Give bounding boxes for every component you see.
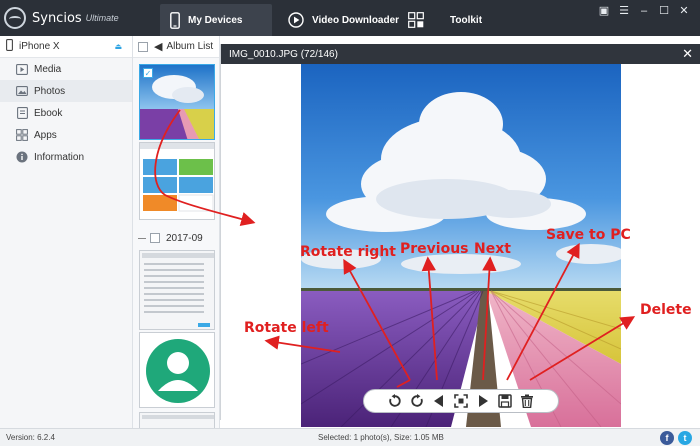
select-all-checkbox[interactable] <box>138 41 148 52</box>
window-controls: ▣ ☰ – ☐ ✕ <box>594 4 694 18</box>
chat-icon[interactable]: ▣ <box>594 4 614 18</box>
device-name: iPhone X <box>19 41 60 52</box>
apps-icon <box>16 129 28 141</box>
rotate-left-icon[interactable] <box>386 392 404 410</box>
media-icon <box>16 63 28 75</box>
tab-label: My Devices <box>188 14 243 26</box>
maximize-icon[interactable]: ☐ <box>654 4 674 18</box>
photos-icon <box>16 85 28 97</box>
tab-toolkit[interactable]: Toolkit <box>408 4 498 36</box>
sidebar-item-label: Information <box>34 151 85 163</box>
status-bar: Version: 6.2.4 Selected: 1 photo(s), Siz… <box>0 428 700 446</box>
minimize-icon[interactable]: – <box>634 4 654 18</box>
date-group-label: 2017-09 <box>166 232 203 244</box>
previous-icon[interactable] <box>430 392 448 410</box>
sidebar-item-information[interactable]: Information <box>0 146 132 168</box>
eject-icon[interactable]: ⏏ <box>114 42 122 51</box>
fullscreen-icon[interactable] <box>452 392 470 410</box>
sidebar-item-label: Apps <box>34 129 57 141</box>
thumbnail-checkbox[interactable]: ✓ <box>143 68 153 78</box>
album-list-header: ◀ Album List <box>133 36 219 58</box>
label-previous: Previous <box>400 241 469 257</box>
play-icon <box>288 12 304 28</box>
facebook-icon[interactable]: f <box>660 431 674 445</box>
sidebar-item-apps[interactable]: Apps <box>0 124 132 146</box>
next-icon[interactable] <box>474 392 492 410</box>
photo-thumbnail[interactable] <box>139 412 215 428</box>
tab-video-downloader[interactable]: Video Downloader <box>288 4 400 36</box>
label-next: Next <box>474 241 511 257</box>
syncios-logo-icon <box>4 7 26 29</box>
app-brand: Syncios Ultimate <box>4 0 119 36</box>
date-group-row: 2017-09 <box>138 231 203 245</box>
sidebar-item-photos[interactable]: Photos <box>0 80 132 102</box>
date-group-checkbox[interactable] <box>150 233 160 243</box>
photo-thumbnail-selected[interactable]: ✓ <box>139 64 215 140</box>
label-delete: Delete <box>640 302 692 318</box>
app-name: Syncios <box>32 10 82 26</box>
save-icon[interactable] <box>496 392 514 410</box>
device-phone-icon <box>6 39 13 54</box>
tab-label: Video Downloader <box>312 14 400 26</box>
close-icon[interactable]: ✕ <box>682 46 693 62</box>
title-bar: Syncios Ultimate My Devices Video Downlo… <box>0 0 700 36</box>
sidebar-item-label: Photos <box>34 85 66 97</box>
album-list-label[interactable]: Album List <box>166 41 213 52</box>
syncios-window: Syncios Ultimate My Devices Video Downlo… <box>0 0 700 446</box>
rotate-right-icon[interactable] <box>408 392 426 410</box>
info-icon <box>16 151 28 163</box>
viewer-title: IMG_0010.JPG (72/146) <box>229 48 338 60</box>
photo-list: ◀ Album List ✓ 2017-09 <box>133 36 220 428</box>
photo-thumbnail[interactable] <box>139 142 215 220</box>
grid-icon <box>408 12 424 28</box>
tab-label: Toolkit <box>450 14 483 26</box>
sidebar-item-ebook[interactable]: Ebook <box>0 102 132 124</box>
close-icon[interactable]: ✕ <box>674 4 694 18</box>
tab-my-devices[interactable]: My Devices <box>160 4 272 36</box>
label-rotate-right: Rotate right <box>300 244 396 260</box>
delete-icon[interactable] <box>518 392 536 410</box>
ebook-icon <box>16 107 28 119</box>
phone-icon <box>170 11 180 29</box>
back-arrow-icon[interactable]: ◀ <box>154 40 162 53</box>
app-edition: Ultimate <box>85 13 119 23</box>
label-rotate-left: Rotate left <box>244 320 329 336</box>
sidebar-item-label: Media <box>34 63 62 75</box>
sidebar-item-label: Ebook <box>34 107 63 119</box>
sidebar-item-media[interactable]: Media <box>0 58 132 80</box>
viewer-title-bar: IMG_0010.JPG (72/146) ✕ <box>221 44 700 64</box>
version-label: Version: 6.2.4 <box>6 433 55 442</box>
sidebar: iPhone X ⏏ Media Photos Ebook Apps Infor… <box>0 36 133 428</box>
label-save-to-pc: Save to PC <box>546 227 631 243</box>
photo-thumbnail[interactable] <box>139 250 215 330</box>
photo-thumbnail[interactable] <box>139 332 215 408</box>
menu-icon[interactable]: ☰ <box>614 4 634 18</box>
twitter-icon[interactable]: t <box>678 431 692 445</box>
device-selector[interactable]: iPhone X ⏏ <box>0 36 132 58</box>
viewer-toolbar <box>363 389 559 413</box>
selection-info: Selected: 1 photo(s), Size: 1.05 MB <box>318 433 444 442</box>
